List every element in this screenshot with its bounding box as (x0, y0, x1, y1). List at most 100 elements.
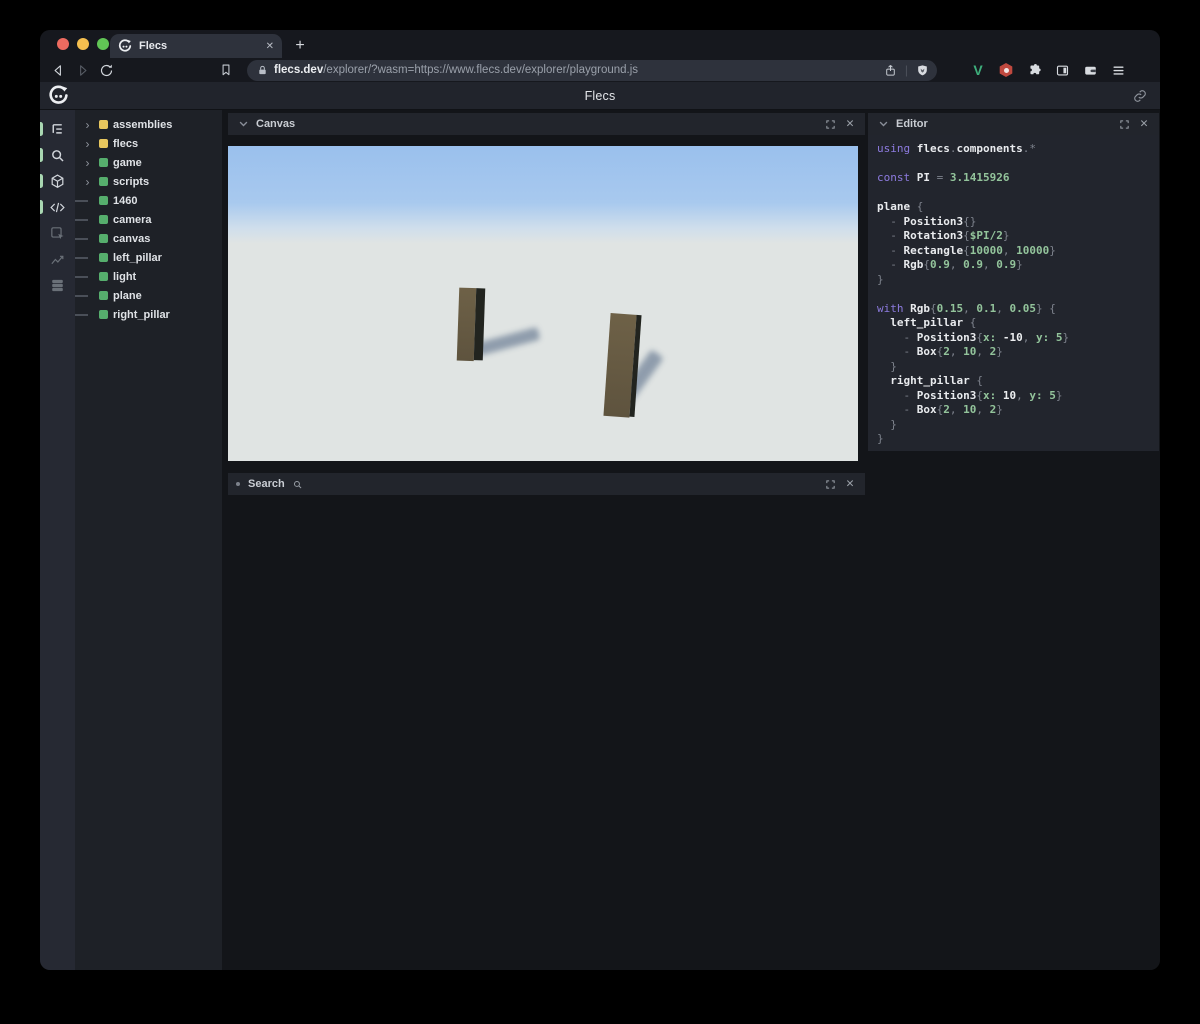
tree-item-label: light (113, 270, 137, 283)
browser-toolbar: flecs.dev/explorer/?wasm=https://www.fle… (40, 58, 1160, 82)
code-line: } (877, 272, 884, 286)
tab-favicon-flecs-icon (118, 39, 132, 53)
expand-panel-icon[interactable] (823, 477, 837, 491)
entity-color-square (99, 291, 108, 300)
expand-panel-icon[interactable] (823, 117, 837, 131)
code-line: left_pillar { (890, 316, 977, 329)
rail-item-inspector[interactable] (40, 220, 75, 246)
permalink-icon[interactable] (1133, 89, 1147, 103)
editor-panel-title: Editor (896, 118, 928, 130)
code-line: - Rotation3{$PI/2} (877, 229, 1010, 242)
chevron-down-icon[interactable] (236, 117, 250, 131)
tree-item-label: camera (113, 213, 152, 226)
brave-shield-icon[interactable] (915, 63, 929, 77)
new-tab-button[interactable]: + (290, 36, 310, 56)
rail-item-queries[interactable] (40, 272, 75, 298)
tree-connector-line (75, 256, 88, 259)
tab-close-icon[interactable]: ✕ (266, 41, 274, 52)
expand-chevron-icon[interactable]: › (81, 138, 94, 150)
sidebar-toggle-icon[interactable] (1053, 61, 1071, 79)
code-line: const PI = 3.1415926 (877, 171, 1010, 184)
active-indicator (40, 200, 43, 214)
tree-item-label: assemblies (113, 118, 173, 131)
entity-tree-icon (52, 123, 62, 134)
tree-item-label: scripts (113, 175, 150, 188)
tree-item-label: right_pillar (113, 308, 170, 321)
tree-connector-line (75, 313, 88, 316)
code-line: with Rgb{0.15, 0.1, 0.05} { (877, 301, 1056, 315)
red-extension-icon[interactable] (997, 61, 1015, 79)
page-title: Flecs (584, 88, 616, 103)
tree-item-camera[interactable]: camera (75, 210, 222, 229)
search-panel-title: Search (248, 478, 285, 490)
reload-button[interactable] (94, 60, 118, 80)
expand-chevron-icon[interactable]: › (81, 119, 94, 131)
tree-item-right_pillar[interactable]: right_pillar (75, 305, 222, 324)
tree-item-scripts[interactable]: › scripts (81, 172, 222, 191)
code-line: using flecs.components.* (877, 142, 1036, 155)
back-button[interactable] (46, 60, 70, 80)
browser-menu-icon[interactable] (1109, 61, 1127, 79)
app-header: Flecs (40, 82, 1160, 110)
wallet-icon[interactable] (1081, 61, 1099, 79)
code-line: - Position3{x: -10, y: 5} (877, 330, 1070, 344)
tree-item-canvas[interactable]: canvas (75, 229, 222, 248)
rail-item-entity-tree[interactable] (40, 116, 75, 142)
address-bar[interactable]: flecs.dev/explorer/?wasm=https://www.fle… (247, 59, 937, 81)
canvas-panel-header: Canvas ✕ (228, 113, 865, 135)
share-icon[interactable] (884, 63, 898, 77)
puzzle-extensions-icon[interactable] (1025, 61, 1043, 79)
url-path: /explorer/?wasm=https://www.flecs.dev/ex… (323, 64, 639, 76)
entity-color-square (99, 234, 108, 243)
tree-item-1460[interactable]: 1460 (75, 191, 222, 210)
rail-item-search[interactable] (40, 142, 75, 168)
code-line: - Box{2, 10, 2} (877, 403, 1003, 416)
chevron-down-icon[interactable] (876, 117, 890, 131)
active-indicator (40, 122, 43, 136)
tree-item-light[interactable]: light (75, 267, 222, 286)
main-area: › assemblies › flecs › game › scripts 1460 camera… (40, 110, 1160, 970)
browser-tab[interactable]: Flecs ✕ (110, 34, 282, 58)
entity-color-square (99, 139, 108, 148)
collapsed-bullet-icon[interactable] (236, 482, 240, 486)
close-panel-icon[interactable]: ✕ (843, 117, 857, 131)
content-area: Canvas ✕ Search ✕ Editor ✕ using flecs.c… (222, 110, 1160, 970)
zoom-window-button[interactable] (97, 38, 109, 50)
tree-item-assemblies[interactable]: › assemblies (81, 115, 222, 134)
bookmarks-icon[interactable] (214, 60, 238, 80)
tree-item-left_pillar[interactable]: left_pillar (75, 248, 222, 267)
forward-button[interactable] (70, 60, 94, 80)
entity-color-square (99, 120, 108, 129)
canvas-3d-scene[interactable] (228, 146, 858, 461)
tree-connector-line (75, 275, 88, 278)
rail-item-statistics[interactable] (40, 246, 75, 272)
code-line: - Rectangle{10000, 10000} (877, 243, 1056, 257)
tree-connector-line (75, 294, 88, 297)
url-text: flecs.dev/explorer/?wasm=https://www.fle… (274, 64, 638, 76)
rail-item-code[interactable] (40, 194, 75, 220)
tree-item-game[interactable]: › game (81, 153, 222, 172)
browser-window: Flecs ✕ + flecs.dev/explorer/?wasm=https… (40, 30, 1160, 970)
entity-color-square (99, 215, 108, 224)
line-chart-icon (51, 255, 64, 264)
rail-item-scene[interactable] (40, 168, 75, 194)
expand-chevron-icon[interactable]: › (81, 176, 94, 188)
entity-color-square (99, 253, 108, 262)
entity-color-square (99, 196, 108, 205)
close-panel-icon[interactable]: ✕ (843, 477, 857, 491)
close-window-button[interactable] (57, 38, 69, 50)
tree-item-plane[interactable]: plane (75, 286, 222, 305)
minimize-window-button[interactable] (77, 38, 89, 50)
url-domain: flecs.dev (274, 64, 324, 76)
entity-color-square (99, 158, 108, 167)
sidebar-rail (40, 110, 75, 970)
vue-devtools-extension-icon[interactable]: V (969, 61, 987, 79)
lock-icon (257, 65, 268, 76)
expand-panel-icon[interactable] (1117, 117, 1131, 131)
editor-code[interactable]: using flecs.components.* const PI = 3.14… (868, 135, 1159, 451)
tree-item-flecs[interactable]: › flecs (81, 134, 222, 153)
close-panel-icon[interactable]: ✕ (1137, 117, 1151, 131)
expand-chevron-icon[interactable]: › (81, 157, 94, 169)
entity-color-square (99, 310, 108, 319)
